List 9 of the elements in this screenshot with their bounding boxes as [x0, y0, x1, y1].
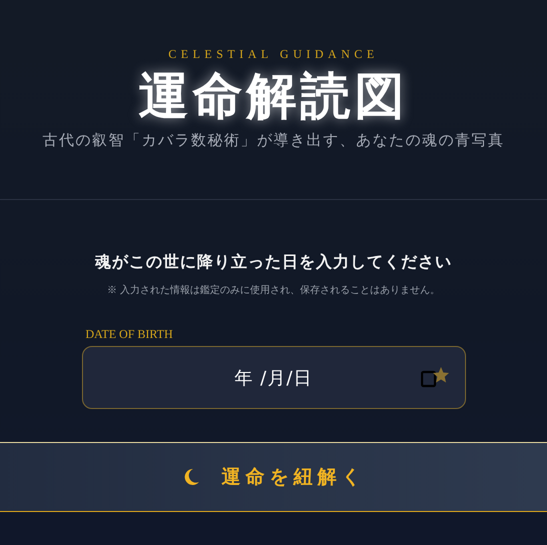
page-title: 運命解読図	[138, 68, 408, 123]
submit-button[interactable]: 運命を紐解く	[0, 442, 547, 512]
privacy-note: ※ 入力された情報は鑑定のみに使用され、保存されることはありません。	[106, 284, 440, 297]
date-field[interactable]: 年 /月/日	[82, 346, 466, 409]
prompt-text: 魂がこの世に降り立った日を入力してください	[95, 252, 452, 273]
calendar-star-icon[interactable]	[420, 366, 448, 388]
subtitle: 古代の叡智「カバラ数秘術」が導き出す、あなたの魂の青写真	[42, 131, 504, 150]
kicker-text: CELESTIAL GUIDANCE	[168, 47, 379, 62]
field-label: DATE OF BIRTH	[86, 327, 174, 342]
